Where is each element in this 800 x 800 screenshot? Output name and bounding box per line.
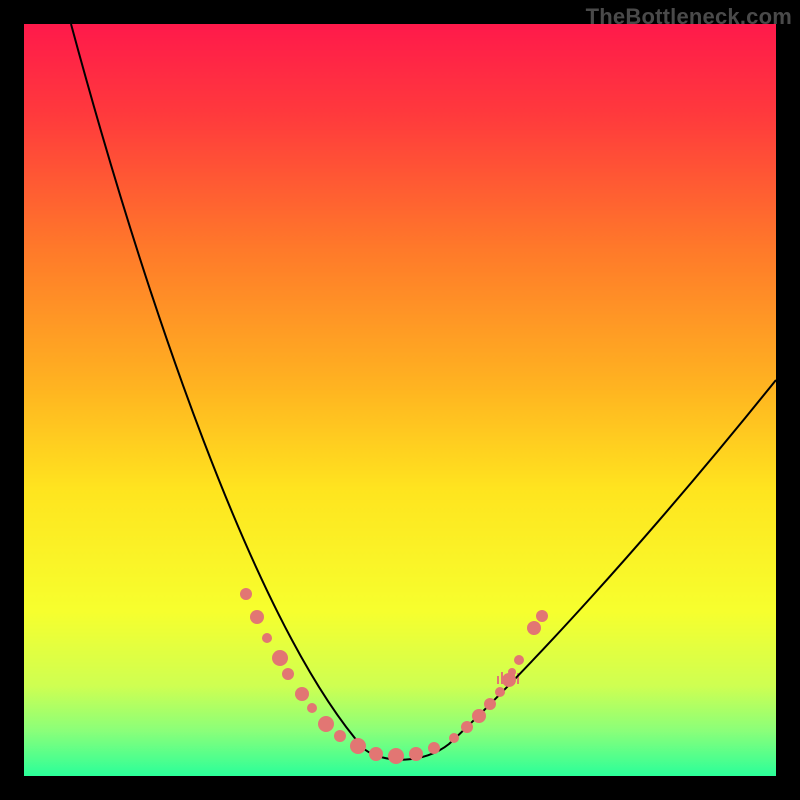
- data-dot: [282, 668, 294, 680]
- data-dot: [350, 738, 366, 754]
- data-dot: [307, 703, 317, 713]
- data-dot: [449, 733, 459, 743]
- data-dot: [514, 655, 524, 665]
- data-dot: [272, 650, 288, 666]
- data-dot: [461, 721, 473, 733]
- data-dot: [409, 747, 423, 761]
- data-dot: [334, 730, 346, 742]
- data-dot: [508, 668, 516, 676]
- chart-svg: [24, 24, 776, 776]
- data-dot: [388, 748, 404, 764]
- data-dot: [527, 621, 541, 635]
- data-dot: [262, 633, 272, 643]
- data-dot: [484, 698, 496, 710]
- data-dot: [472, 709, 486, 723]
- data-dot: [428, 742, 440, 754]
- data-dot: [318, 716, 334, 732]
- data-dot: [240, 588, 252, 600]
- bottleneck-curve: [71, 24, 776, 760]
- data-dot: [369, 747, 383, 761]
- data-dot: [495, 687, 505, 697]
- data-dot: [295, 687, 309, 701]
- data-dot: [536, 610, 548, 622]
- data-dot: [250, 610, 264, 624]
